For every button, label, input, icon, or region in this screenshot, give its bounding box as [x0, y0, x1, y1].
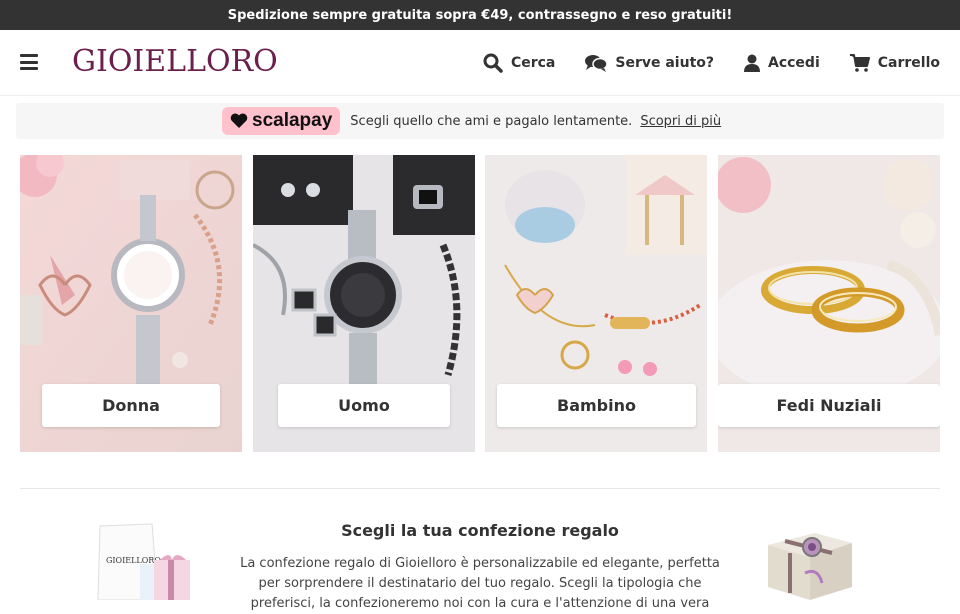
category-label-bambino: Bambino — [497, 384, 696, 427]
category-label-fedi-nuziali: Fedi Nuziali — [718, 384, 940, 427]
category-label-donna: Donna — [42, 384, 220, 427]
category-card-fedi-nuziali[interactable]: Fedi Nuziali — [718, 155, 940, 452]
cart-button[interactable]: Carrello — [849, 54, 940, 72]
cart-label: Carrello — [877, 55, 940, 71]
heart-icon — [230, 113, 248, 128]
scalapay-logo: scalapay — [222, 107, 341, 135]
category-card-uomo[interactable]: Uomo — [253, 155, 475, 452]
site-header: GIOIELLORO Cerca Serve aiuto? Accedi Car… — [0, 30, 960, 96]
cart-icon — [849, 54, 870, 72]
gift-section-title: Scegli la tua confezione regalo — [341, 521, 619, 540]
search-icon — [483, 53, 503, 73]
help-button[interactable]: Serve aiuto? — [585, 54, 714, 72]
category-label-uomo: Uomo — [278, 384, 450, 427]
search-button[interactable]: Cerca — [483, 53, 555, 73]
header-nav: Cerca Serve aiuto? Accedi Carrello — [483, 30, 940, 96]
gift-box-image — [768, 533, 852, 600]
scalapay-text: Scegli quello che ami e pagalo lentament… — [350, 113, 633, 129]
scalapay-banner: scalapay Scegli quello che ami e pagalo … — [16, 103, 944, 139]
gift-bag-logo: GIOIELLORO — [106, 556, 161, 565]
help-label: Serve aiuto? — [615, 55, 714, 71]
gift-section-text: La confezione regalo di Gioielloro è per… — [240, 556, 720, 611]
site-logo[interactable]: GIOIELLORO — [72, 44, 278, 79]
gift-bag-image: GIOIELLORO — [97, 523, 190, 600]
category-grid: Donna Uomo Bambino Fedi Nuziali — [20, 155, 940, 452]
login-button[interactable]: Accedi — [744, 54, 820, 72]
category-card-donna[interactable]: Donna — [20, 155, 242, 452]
chat-icon — [585, 55, 608, 72]
scalapay-brand: scalapay — [252, 110, 333, 131]
section-divider — [20, 488, 940, 489]
menu-icon[interactable] — [20, 54, 38, 70]
scalapay-learn-more-link[interactable]: Scopri di più — [640, 114, 721, 129]
search-label: Cerca — [510, 55, 556, 71]
user-icon — [744, 54, 760, 72]
category-card-bambino[interactable]: Bambino — [485, 155, 707, 452]
shipping-banner: Spedizione sempre gratuita sopra €49, co… — [0, 0, 960, 30]
shipping-banner-text: Spedizione sempre gratuita sopra €49, co… — [227, 7, 733, 23]
login-label: Accedi — [768, 55, 820, 71]
